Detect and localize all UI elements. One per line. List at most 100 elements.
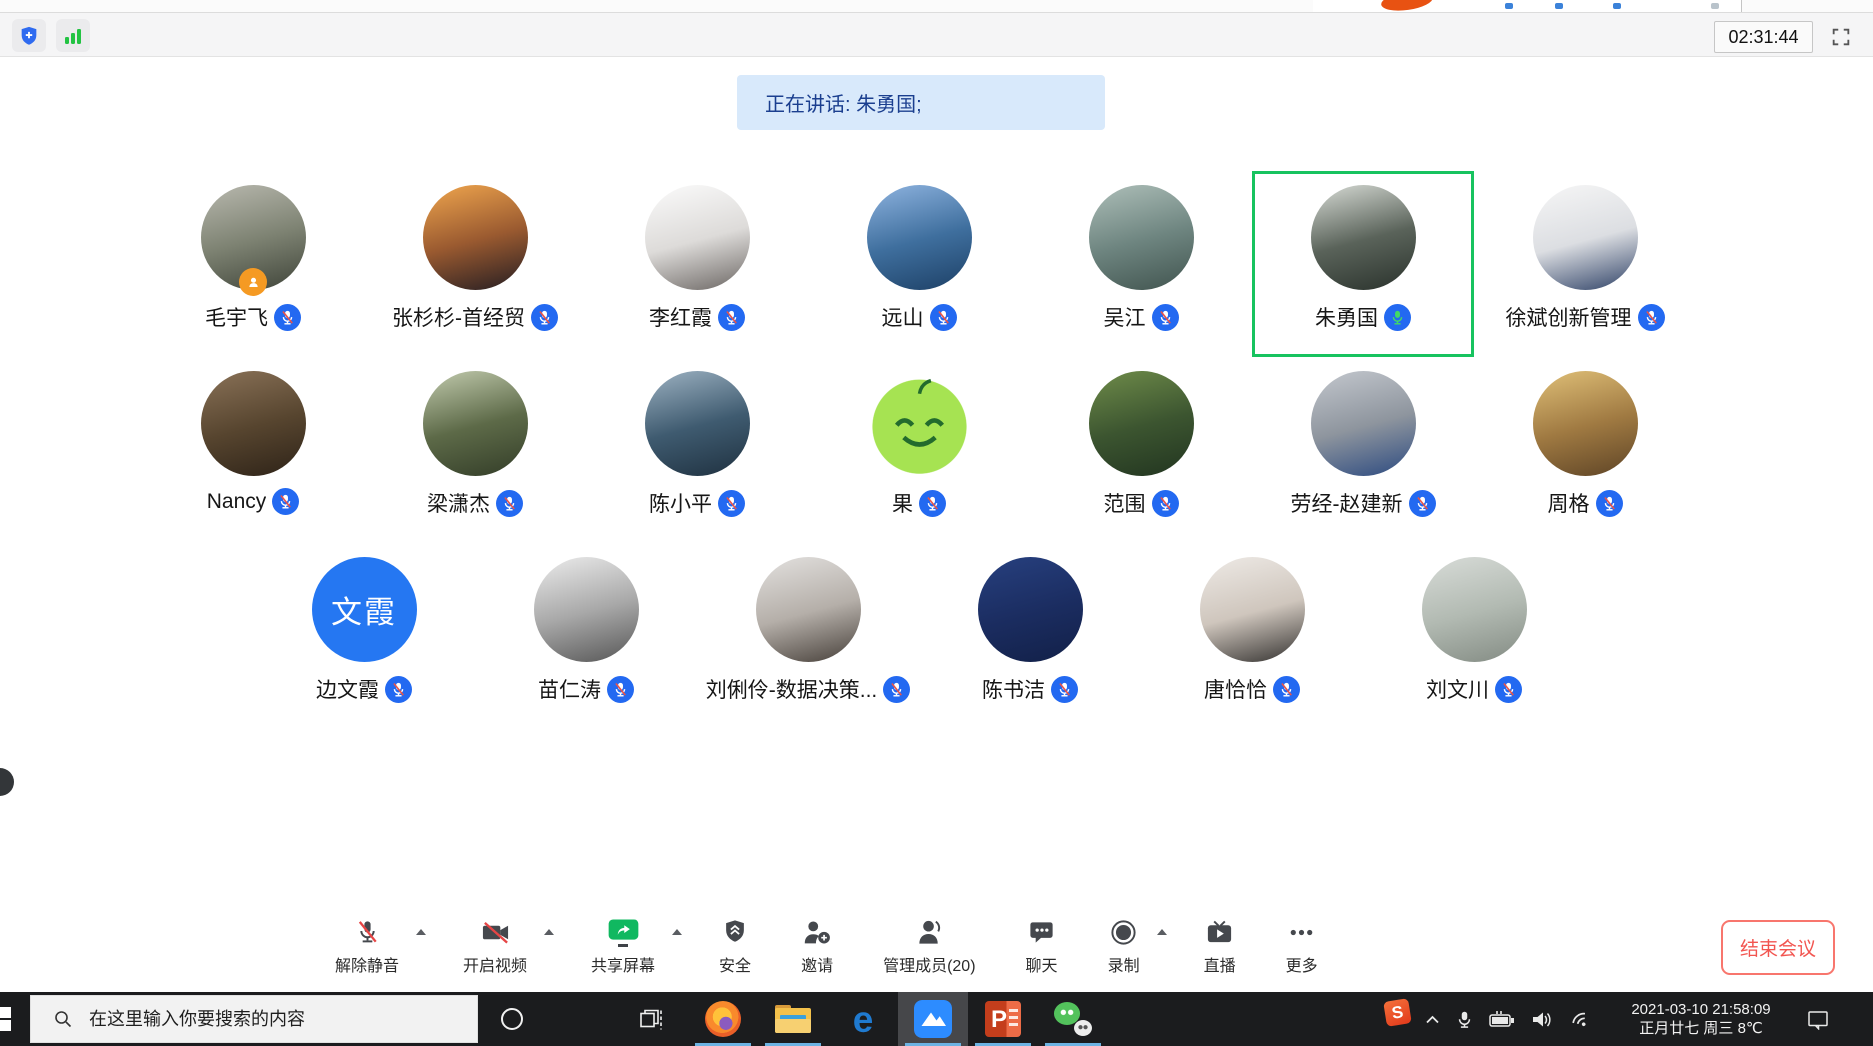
participant-tile[interactable]: 陈书洁: [919, 543, 1141, 729]
participant-tile[interactable]: Nancy: [142, 357, 364, 543]
participant-tile[interactable]: 徐斌创新管理: [1474, 171, 1696, 357]
mic-glyph-icon: [935, 309, 952, 326]
toolbar-share-screen-button[interactable]: 共享屏幕: [591, 916, 655, 976]
participant-tile[interactable]: 劳经-赵建新: [1252, 357, 1474, 543]
toolbar-members-button[interactable]: 管理成员(20): [883, 916, 975, 976]
taskbar-app-explorer[interactable]: [758, 992, 828, 1046]
mic-muted-icon: [919, 490, 946, 517]
participant-tile[interactable]: 陈小平: [586, 357, 808, 543]
participant-avatar: [1422, 557, 1527, 662]
sogou-input-icon[interactable]: S: [1383, 998, 1412, 1027]
end-meeting-button[interactable]: 结束会议: [1721, 920, 1835, 975]
participant-tile[interactable]: 唐恰恰: [1141, 543, 1363, 729]
participant-tile[interactable]: 果: [808, 357, 1030, 543]
battery-icon[interactable]: [1489, 1010, 1516, 1028]
toolbar-start-video-button[interactable]: 开启视频: [463, 916, 527, 976]
taskbar-app-edge[interactable]: e: [828, 992, 898, 1046]
toolbar-chat-button[interactable]: 聊天: [1026, 916, 1058, 976]
participant-name-row: 范围: [1104, 488, 1179, 518]
participant-avatar: [867, 371, 972, 476]
volume-icon[interactable]: [1531, 1010, 1554, 1029]
mic-muted-icon: [1152, 304, 1179, 331]
participant-name: Nancy: [207, 490, 267, 514]
mic-muted-icon: [930, 304, 957, 331]
participant-name: 远山: [882, 302, 924, 332]
hidden-icons-button[interactable]: [1425, 1014, 1440, 1025]
fullscreen-button[interactable]: [1827, 23, 1854, 50]
participant-tile[interactable]: 毛宇飞: [142, 171, 364, 357]
participant-avatar: 文霞: [312, 557, 417, 662]
participant-name: 劳经-赵建新: [1291, 488, 1403, 518]
participant-avatar: [201, 371, 306, 476]
participant-name-row: 陈小平: [649, 488, 745, 518]
toolbar-more-button[interactable]: 更多: [1286, 916, 1318, 976]
participant-tile[interactable]: 朱勇国: [1252, 171, 1474, 357]
background-window-icon: [1613, 3, 1621, 9]
participant-tile[interactable]: 李红霞: [586, 171, 808, 357]
start-button[interactable]: [0, 1004, 14, 1034]
edge-handle[interactable]: [0, 768, 14, 796]
toolbar-start-video-options-arrow[interactable]: [541, 916, 557, 948]
participant-tile[interactable]: 周格: [1474, 357, 1696, 543]
toolbar-unmute-options-arrow[interactable]: [413, 916, 429, 948]
wifi-icon[interactable]: [1569, 1010, 1591, 1029]
record-icon: [1109, 916, 1138, 948]
windows-logo-icon: [0, 1004, 13, 1034]
participant-name: 边文霞: [316, 674, 379, 704]
triangle-up-icon: [671, 928, 683, 936]
firefox-icon: [705, 1001, 741, 1037]
search-input[interactable]: [87, 1008, 431, 1031]
signal-bars-icon: [63, 26, 83, 46]
toolbar-record-options-arrow[interactable]: [1154, 916, 1170, 948]
meeting-security-button[interactable]: [12, 19, 46, 52]
taskbar-app-firefox[interactable]: [688, 992, 758, 1046]
participant-avatar: [867, 185, 972, 290]
participant-name-row: 周格: [1548, 488, 1623, 518]
taskbar-search[interactable]: [30, 995, 478, 1043]
toolbar-share-screen-options-arrow[interactable]: [669, 916, 685, 948]
participant-name: 苗仁涛: [538, 674, 601, 704]
mic-glyph-icon: [501, 495, 518, 512]
mic-muted-icon: [531, 304, 558, 331]
taskbar-app-meeting[interactable]: [898, 992, 968, 1046]
participant-tile[interactable]: 范围: [1030, 357, 1252, 543]
participant-name: 吴江: [1104, 302, 1146, 332]
participant-tile[interactable]: 刘俐伶-数据决策...: [697, 543, 919, 729]
toolbar-record-button[interactable]: 录制: [1108, 916, 1140, 976]
participant-name-row: 张杉杉-首经贸: [392, 302, 558, 332]
participant-name: 陈小平: [649, 488, 712, 518]
participant-tile[interactable]: 苗仁涛: [475, 543, 697, 729]
participant-avatar: [423, 185, 528, 290]
toolbar-unmute-button[interactable]: 解除静音: [335, 916, 399, 976]
participant-tile[interactable]: 吴江: [1030, 171, 1252, 357]
mic-glyph-icon: [1601, 495, 1618, 512]
mic-glyph-icon: [1157, 309, 1174, 326]
task-view-button[interactable]: [638, 1007, 664, 1038]
tray-mic-icon[interactable]: [1455, 1010, 1474, 1029]
participant-tile[interactable]: 梁潇杰: [364, 357, 586, 543]
edge-icon: e: [853, 1001, 874, 1038]
participant-name-row: 徐斌创新管理: [1506, 302, 1665, 332]
participant-avatar: [756, 557, 861, 662]
participant-tile[interactable]: 刘文川: [1363, 543, 1585, 729]
participant-avatar: [1089, 185, 1194, 290]
participant-tile[interactable]: 远山: [808, 171, 1030, 357]
participant-avatar: [645, 185, 750, 290]
action-center-button[interactable]: [1807, 1009, 1830, 1030]
network-quality-button[interactable]: [56, 19, 90, 52]
clock[interactable]: 2021-03-10 21:58:09 正月廿七 周三 8℃: [1605, 1000, 1797, 1038]
participant-tile[interactable]: 文霞边文霞: [253, 543, 475, 729]
attendee-badge-icon: [239, 268, 267, 296]
taskbar-app-wechat[interactable]: [1038, 992, 1108, 1046]
mic-active-icon: [1384, 304, 1411, 331]
camera-off-icon: [480, 916, 511, 948]
cortana-button[interactable]: [501, 1008, 523, 1030]
toolbar-security-button[interactable]: 安全: [719, 916, 751, 976]
speaking-banner-text: 正在讲话: 朱勇国;: [765, 88, 922, 117]
toolbar-label: 聊天: [1026, 952, 1058, 976]
toolbar-invite-button[interactable]: 邀请: [801, 916, 833, 976]
taskbar-app-powerpoint[interactable]: P: [968, 992, 1038, 1046]
mic-muted-icon: [1495, 676, 1522, 703]
participant-tile[interactable]: 张杉杉-首经贸: [364, 171, 586, 357]
toolbar-live-button[interactable]: 直播: [1204, 916, 1236, 976]
